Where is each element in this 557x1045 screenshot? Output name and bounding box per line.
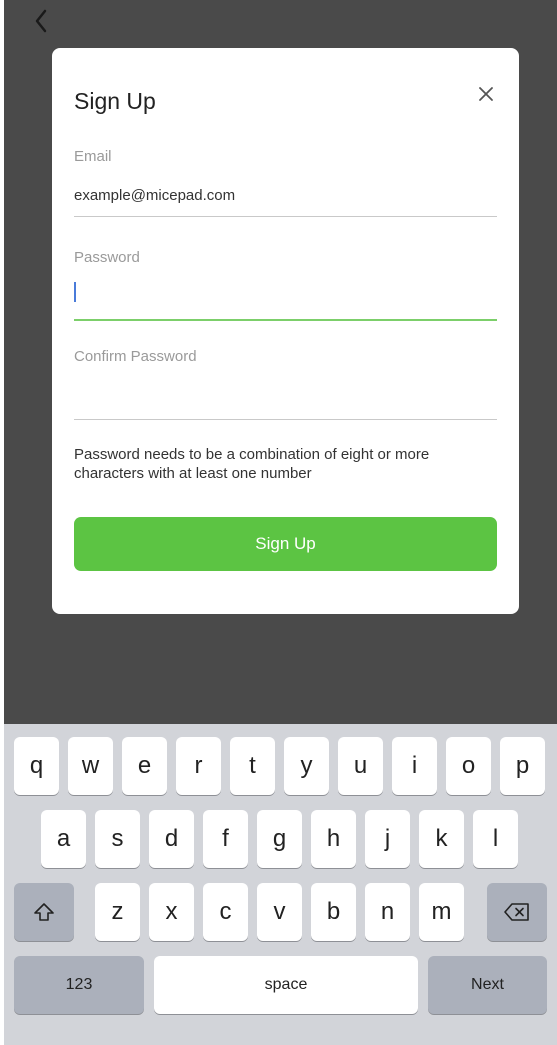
sign-up-modal: Sign Up Email Password Confirm Password … <box>52 48 519 614</box>
email-underline <box>74 216 497 217</box>
key-s[interactable]: s <box>95 810 140 868</box>
email-label: Email <box>74 148 112 165</box>
key-e[interactable]: e <box>122 737 167 795</box>
back-button[interactable] <box>28 6 54 36</box>
chevron-left-icon <box>35 9 47 33</box>
key-o[interactable]: o <box>446 737 491 795</box>
password-underline <box>74 319 497 321</box>
key-t[interactable]: t <box>230 737 275 795</box>
key-f[interactable]: f <box>203 810 248 868</box>
sign-up-screen: Sign Up Email Password Confirm Password … <box>0 0 557 1045</box>
space-key[interactable]: space <box>154 956 418 1014</box>
email-field[interactable] <box>74 178 497 212</box>
backspace-icon <box>504 903 529 921</box>
modal-title: Sign Up <box>74 88 156 114</box>
key-q[interactable]: q <box>14 737 59 795</box>
key-n[interactable]: n <box>365 883 410 941</box>
key-m[interactable]: m <box>419 883 464 941</box>
key-j[interactable]: j <box>365 810 410 868</box>
text-cursor <box>74 282 76 302</box>
key-z[interactable]: z <box>95 883 140 941</box>
on-screen-keyboard: q w e r t y u i o p a s d f g h j k l z … <box>4 724 557 1045</box>
next-key[interactable]: Next <box>428 956 547 1014</box>
password-label: Password <box>74 249 140 266</box>
numbers-key[interactable]: 123 <box>14 956 144 1014</box>
confirm-password-field[interactable] <box>74 378 497 412</box>
key-u[interactable]: u <box>338 737 383 795</box>
key-x[interactable]: x <box>149 883 194 941</box>
confirm-password-underline <box>74 419 497 420</box>
password-field[interactable] <box>74 276 497 310</box>
delete-key[interactable] <box>487 883 547 941</box>
key-r[interactable]: r <box>176 737 221 795</box>
password-hint: Password needs to be a combination of ei… <box>74 446 430 482</box>
close-icon <box>479 87 493 101</box>
confirm-password-label: Confirm Password <box>74 348 197 365</box>
key-l[interactable]: l <box>473 810 518 868</box>
shift-key[interactable] <box>14 883 74 941</box>
key-g[interactable]: g <box>257 810 302 868</box>
key-b[interactable]: b <box>311 883 356 941</box>
key-c[interactable]: c <box>203 883 248 941</box>
sign-up-button[interactable]: Sign Up <box>74 517 497 571</box>
key-a[interactable]: a <box>41 810 86 868</box>
shift-icon <box>34 903 54 921</box>
key-h[interactable]: h <box>311 810 356 868</box>
key-d[interactable]: d <box>149 810 194 868</box>
key-i[interactable]: i <box>392 737 437 795</box>
key-v[interactable]: v <box>257 883 302 941</box>
key-k[interactable]: k <box>419 810 464 868</box>
key-y[interactable]: y <box>284 737 329 795</box>
key-p[interactable]: p <box>500 737 545 795</box>
close-button[interactable] <box>472 80 500 108</box>
key-w[interactable]: w <box>68 737 113 795</box>
